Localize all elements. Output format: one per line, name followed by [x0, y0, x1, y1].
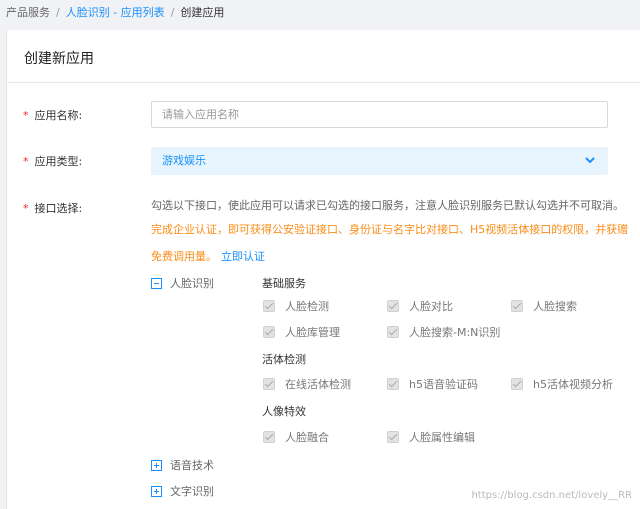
- check-icon: [263, 378, 275, 390]
- app-type-selected-value: 游戏娱乐: [162, 154, 206, 167]
- tree-node-face-recognition[interactable]: 人脸识别: [151, 275, 214, 291]
- app-type-select[interactable]: 游戏娱乐: [151, 147, 608, 175]
- breadcrumb: 产品服务 / 人脸识别 - 应用列表 / 创建应用: [0, 0, 640, 26]
- api-select-label: * 接口选择:: [23, 200, 82, 216]
- checkbox-face-compare[interactable]: 人脸对比: [387, 298, 453, 314]
- checkbox-face-detect[interactable]: 人脸检测: [263, 298, 329, 314]
- checkbox-face-search-mn[interactable]: 人脸搜索-M:N识别: [387, 324, 500, 340]
- checkbox-h5-liveness-video[interactable]: h5活体视频分析: [511, 376, 613, 392]
- checkbox-label: 人脸搜索: [533, 300, 577, 313]
- checkbox-label: 在线活体检测: [285, 378, 351, 391]
- api-description: 勾选以下接口，使此应用可以请求已勾选的接口服务，注意人脸识别服务已默认勾选并不可…: [151, 199, 624, 212]
- checkbox-label: h5语音验证码: [409, 378, 478, 391]
- tree-node-ocr[interactable]: 文字识别: [151, 483, 214, 499]
- checkbox-label: 人脸搜索-M:N识别: [409, 326, 501, 339]
- tree-node-speech[interactable]: 语音技术: [151, 457, 214, 473]
- checkbox-label: 人脸对比: [409, 300, 453, 313]
- check-icon: [387, 378, 399, 390]
- checkbox-label: h5活体视频分析: [533, 378, 613, 391]
- checkbox-label: 人脸检测: [285, 300, 329, 313]
- checkbox-face-library[interactable]: 人脸库管理: [263, 324, 340, 340]
- required-mark: *: [23, 109, 29, 122]
- app-name-label: * 应用名称:: [23, 107, 82, 123]
- plus-square-icon[interactable]: [151, 485, 162, 497]
- breadcrumb-separator: /: [170, 6, 175, 19]
- tree-node-label: 人脸识别: [170, 277, 214, 290]
- checkbox-label: 人脸属性编辑: [409, 431, 475, 444]
- chevron-down-icon: [585, 157, 595, 164]
- check-icon: [511, 378, 523, 390]
- check-icon: [511, 300, 523, 312]
- required-mark: *: [23, 155, 29, 168]
- verify-notice-line2: 免费调用量。 立即认证: [151, 248, 265, 264]
- app-name-input[interactable]: [151, 101, 608, 128]
- tree-node-label: 文字识别: [170, 485, 214, 498]
- checkbox-label: 人脸融合: [285, 431, 329, 444]
- page-title: 创建新应用: [24, 51, 94, 67]
- app-name-label-text: 应用名称:: [34, 109, 83, 122]
- breadcrumb-product-services[interactable]: 产品服务: [6, 6, 50, 19]
- checkbox-online-liveness[interactable]: 在线活体检测: [263, 376, 351, 392]
- check-icon: [387, 300, 399, 312]
- app-type-label: * 应用类型:: [23, 153, 82, 169]
- minus-square-icon[interactable]: [151, 277, 162, 289]
- checkbox-face-search[interactable]: 人脸搜索: [511, 298, 577, 314]
- checkbox-face-merge[interactable]: 人脸融合: [263, 429, 329, 445]
- verify-notice-text: 免费调用量。: [151, 250, 217, 263]
- verify-now-link[interactable]: 立即认证: [221, 250, 265, 263]
- breadcrumb-app-list-link[interactable]: 人脸识别 - 应用列表: [66, 6, 165, 19]
- tree-node-label: 语音技术: [170, 459, 214, 472]
- check-icon: [263, 300, 275, 312]
- check-icon: [387, 431, 399, 443]
- check-icon: [263, 431, 275, 443]
- check-icon: [387, 326, 399, 338]
- create-app-panel: 创建新应用 * 应用名称: * 应用类型: 游戏娱乐 * 接口选择: 勾选以下接口，使…: [6, 30, 640, 509]
- group-title-portrait-effects: 人像特效: [262, 405, 306, 418]
- verify-notice-line1: 完成企业认证，即可获得公安验证接口、身份证与名字比对接口、H5视频活体接口的权限…: [151, 223, 629, 236]
- checkbox-label: 人脸库管理: [285, 326, 340, 339]
- breadcrumb-separator: /: [56, 6, 60, 19]
- group-title-basic-services: 基础服务: [262, 277, 306, 290]
- breadcrumb-current: 创建应用: [180, 6, 225, 19]
- group-title-liveness: 活体检测: [262, 353, 306, 366]
- watermark: https://blog.csdn.net/lovely__RR: [471, 490, 632, 501]
- app-type-label-text: 应用类型:: [34, 155, 83, 168]
- api-select-label-text: 接口选择:: [34, 202, 83, 215]
- checkbox-h5-voice-code[interactable]: h5语音验证码: [387, 376, 478, 392]
- plus-square-icon[interactable]: [151, 459, 162, 471]
- required-mark: *: [23, 202, 29, 215]
- check-icon: [263, 326, 275, 338]
- checkbox-face-attr-edit[interactable]: 人脸属性编辑: [387, 429, 475, 445]
- title-divider: [7, 82, 640, 83]
